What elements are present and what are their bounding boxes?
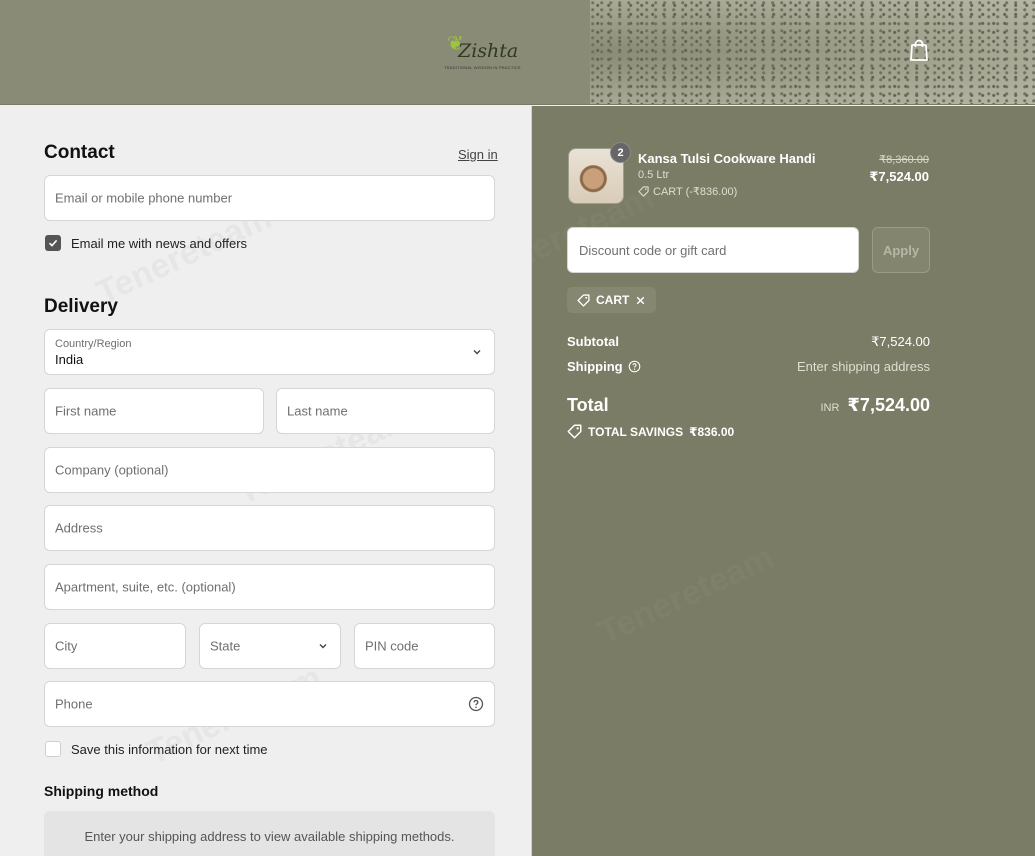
checkmark-icon xyxy=(48,239,58,247)
city-placeholder: City xyxy=(55,638,78,654)
address-field[interactable]: Address xyxy=(44,505,495,551)
last-name-field[interactable]: Last name xyxy=(276,388,495,434)
state-placeholder: State xyxy=(210,638,241,654)
delivery-title: Delivery xyxy=(44,296,118,317)
store-logo[interactable]: ❦ Zishta TRADITIONAL WISDOM IN PRACTICE xyxy=(444,28,534,72)
country-label: Country/Region xyxy=(55,338,132,350)
shipping-row-label: Shipping xyxy=(567,359,641,374)
city-field[interactable]: City xyxy=(44,623,186,669)
help-circle-icon[interactable] xyxy=(468,696,484,712)
shipping-label: Shipping xyxy=(567,359,623,374)
currency-code: INR xyxy=(820,402,840,414)
subtotal-value: ₹7,524.00 xyxy=(871,334,930,349)
shopping-bag-icon[interactable] xyxy=(908,38,930,62)
quantity-badge: 2 xyxy=(610,142,631,163)
country-select[interactable]: Country/Region India xyxy=(44,329,495,375)
apartment-placeholder: Apartment, suite, etc. (optional) xyxy=(55,579,236,595)
product-discount-text: CART (-₹836.00) xyxy=(653,186,738,198)
contact-title: Contact xyxy=(44,142,115,163)
logo-word: Zishta xyxy=(458,40,519,62)
applied-discount-chip: CART xyxy=(567,287,657,313)
newsletter-checkbox[interactable] xyxy=(45,235,61,251)
shipping-method-title: Shipping method xyxy=(44,783,159,799)
apply-button[interactable]: Apply xyxy=(872,227,930,273)
chevron-down-icon xyxy=(473,350,481,355)
tag-icon xyxy=(567,424,582,439)
watermark: Tenereteam xyxy=(593,538,780,653)
total-savings: TOTAL SAVINGS ₹836.00 xyxy=(567,424,734,439)
header: ❦ Zishta TRADITIONAL WISDOM IN PRACTICE xyxy=(0,0,1035,105)
savings-value: ₹836.00 xyxy=(689,424,735,439)
chevron-down-icon xyxy=(319,644,327,649)
save-info-checkbox-row[interactable]: Save this information for next time xyxy=(45,741,268,757)
email-placeholder: Email or mobile phone number xyxy=(55,190,233,206)
checkout-form: Tenereteam Tenereteam Tenereteam Contact… xyxy=(0,106,531,856)
order-summary: Tenereteam Tenereteam 2 Kansa Tulsi Cook… xyxy=(531,106,1035,856)
total-value: ₹7,524.00 xyxy=(847,395,930,415)
product-variant: 0.5 Ltr xyxy=(638,169,670,181)
save-info-label: Save this information for next time xyxy=(71,741,268,757)
newsletter-checkbox-row[interactable]: Email me with news and offers xyxy=(45,235,247,251)
phone-field[interactable]: Phone xyxy=(44,681,495,727)
newsletter-label: Email me with news and offers xyxy=(71,235,248,251)
tag-icon xyxy=(577,293,590,307)
state-select[interactable]: State xyxy=(199,623,341,669)
applied-discount-code: CART xyxy=(596,293,630,307)
country-value: India xyxy=(55,352,84,367)
apartment-field[interactable]: Apartment, suite, etc. (optional) xyxy=(44,564,495,610)
header-texture xyxy=(590,0,1035,104)
subtotal-label: Subtotal xyxy=(567,334,619,349)
original-price: ₹8,360.00 xyxy=(879,154,929,166)
tag-icon xyxy=(638,186,649,197)
phone-placeholder: Phone xyxy=(55,696,93,712)
company-field[interactable]: Company (optional) xyxy=(44,447,495,493)
logo-tagline: TRADITIONAL WISDOM IN PRACTICE xyxy=(444,65,521,70)
help-circle-icon[interactable] xyxy=(628,360,641,373)
product-name: Kansa Tulsi Cookware Handi xyxy=(638,151,816,166)
shipping-value: Enter shipping address xyxy=(797,359,930,374)
pin-code-placeholder: PIN code xyxy=(365,638,419,654)
last-name-placeholder: Last name xyxy=(287,403,348,419)
discount-placeholder: Discount code or gift card xyxy=(579,243,727,258)
close-icon[interactable] xyxy=(635,295,646,306)
first-name-field[interactable]: First name xyxy=(44,388,264,434)
shipping-method-message: Enter your shipping address to view avai… xyxy=(84,829,455,844)
discount-code-input[interactable]: Discount code or gift card xyxy=(567,227,859,273)
address-placeholder: Address xyxy=(55,520,103,536)
product-discount: CART (-₹836.00) xyxy=(638,185,737,198)
email-field[interactable]: Email or mobile phone number xyxy=(44,175,495,221)
sign-in-link[interactable]: Sign in xyxy=(458,147,498,162)
total-amount: INR ₹7,524.00 xyxy=(820,395,930,416)
pin-code-field[interactable]: PIN code xyxy=(354,623,495,669)
savings-label: TOTAL SAVINGS xyxy=(588,424,684,439)
company-placeholder: Company (optional) xyxy=(55,462,169,478)
save-info-checkbox[interactable] xyxy=(45,741,61,757)
total-label: Total xyxy=(567,395,609,415)
shipping-method-box: Enter your shipping address to view avai… xyxy=(44,811,495,856)
item-price: ₹7,524.00 xyxy=(869,169,929,184)
first-name-placeholder: First name xyxy=(55,403,117,419)
